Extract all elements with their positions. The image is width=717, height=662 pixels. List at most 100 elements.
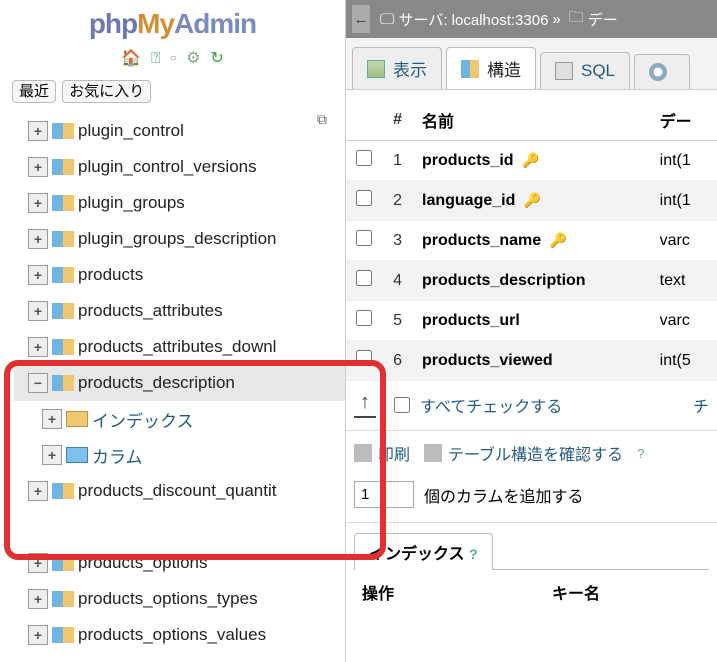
column-name[interactable]: products_viewed xyxy=(412,341,650,381)
home-icon[interactable]: 🏠 xyxy=(121,48,141,68)
recent-tab[interactable]: 最近 xyxy=(12,80,56,103)
table-icon xyxy=(52,555,74,571)
indexes-heading: インデックス ? xyxy=(354,533,493,570)
column-type: varc xyxy=(650,301,717,341)
check-all-checkbox[interactable] xyxy=(394,397,410,413)
tab-表示[interactable]: 表示 xyxy=(352,47,442,89)
primary-key-icon: 🔑 xyxy=(524,192,541,209)
favorites-tab[interactable]: お気に入り xyxy=(62,80,151,103)
index-col-action: 操作 xyxy=(362,580,552,604)
tree-item-products_attributes[interactable]: +products_attributes xyxy=(14,293,345,329)
tree-item-plugin_groups[interactable]: +plugin_groups xyxy=(14,185,345,221)
expand-icon[interactable]: + xyxy=(28,229,48,249)
tab-label: 表示 xyxy=(393,56,427,81)
expand-icon[interactable]: + xyxy=(28,553,48,573)
logout-icon[interactable]: ⍰ xyxy=(151,50,161,68)
analyze-icon xyxy=(424,444,442,462)
tree-item-plugin_groups_description[interactable]: +plugin_groups_description xyxy=(14,221,345,257)
expand-icon[interactable]: + xyxy=(28,193,48,213)
expand-icon[interactable]: + xyxy=(28,265,48,285)
expand-icon[interactable]: + xyxy=(42,409,62,429)
database-icon: 🗀 xyxy=(569,7,584,32)
primary-key-icon: 🔑 xyxy=(522,152,539,169)
reload-icon[interactable]: ↻ xyxy=(210,48,223,68)
tab-search[interactable] xyxy=(634,54,690,89)
print-button[interactable]: 印刷 xyxy=(354,441,410,465)
column-name[interactable]: products_url xyxy=(412,301,650,341)
row-number: 3 xyxy=(382,221,412,261)
check-all-label[interactable]: すべてチェックする xyxy=(420,393,562,417)
indexes-section: インデックス ? 操作 キー名 xyxy=(346,523,717,614)
row-checkbox[interactable] xyxy=(356,350,372,366)
column-type: int(5 xyxy=(650,341,717,381)
tree-item-products_options[interactable]: +products_options xyxy=(14,545,345,581)
tree-item-plugin_control[interactable]: + plugin_control xyxy=(14,113,345,149)
expand-icon[interactable]: + xyxy=(42,445,62,465)
tab-SQL[interactable]: SQL xyxy=(540,52,630,89)
analyze-button[interactable]: テーブル構造を確認する xyxy=(424,441,623,465)
search-icon xyxy=(649,63,667,81)
col-type-header: デー xyxy=(650,100,717,141)
docs-icon[interactable]: ▫ xyxy=(171,50,177,68)
table-icon xyxy=(52,231,74,247)
column-name[interactable]: products_id 🔑 xyxy=(412,141,650,181)
tab-構造[interactable]: 構造 xyxy=(446,47,536,89)
column-type: text xyxy=(650,261,717,301)
expand-icon[interactable]: + xyxy=(28,301,48,321)
expand-icon[interactable]: + xyxy=(28,481,48,501)
expand-icon[interactable]: + xyxy=(28,625,48,645)
table-icon xyxy=(52,591,74,607)
add-column-label: 個のカラムを追加する xyxy=(424,483,584,507)
table-icon xyxy=(52,339,74,355)
breadcrumb-server[interactable]: サーバ: localhost:3306 xyxy=(398,9,548,30)
help-icon[interactable]: ? xyxy=(469,546,478,562)
tree-item-インデックス[interactable]: +インデックス xyxy=(14,401,345,437)
tree-item-カラム[interactable]: +カラム xyxy=(14,437,345,473)
tree-item-products_discount_quantit[interactable]: +products_discount_quantit xyxy=(14,473,345,509)
server-icon: 🖵 xyxy=(380,11,394,28)
recent-favorites: 最近 お気に入り xyxy=(0,76,345,107)
tree-label: products xyxy=(78,265,143,285)
row-checkbox[interactable] xyxy=(356,150,372,166)
table-row: 2language_id 🔑int(1 xyxy=(346,181,717,221)
column-name[interactable]: products_name 🔑 xyxy=(412,221,650,261)
row-checkbox[interactable] xyxy=(356,310,372,326)
browse-icon xyxy=(367,60,385,78)
column-name[interactable]: products_description xyxy=(412,261,650,301)
table-icon xyxy=(52,267,74,283)
column-type: int(1 xyxy=(650,181,717,221)
tab-label: SQL xyxy=(581,61,615,81)
tree-label: products_options_types xyxy=(78,589,258,609)
breadcrumb-database[interactable]: デー xyxy=(588,9,618,30)
row-number: 1 xyxy=(382,141,412,181)
row-checkbox[interactable] xyxy=(356,230,372,246)
settings-icon[interactable]: ⚙ xyxy=(186,48,200,68)
expand-icon[interactable]: + xyxy=(28,589,48,609)
column-name[interactable]: language_id 🔑 xyxy=(412,181,650,221)
expand-icon[interactable]: + xyxy=(28,337,48,357)
logo[interactable]: phpMyAdmin xyxy=(0,0,345,44)
table-actions: 印刷 テーブル構造を確認する ? xyxy=(346,431,717,475)
expand-icon[interactable]: + xyxy=(28,121,48,141)
tree-label: plugin_control xyxy=(78,121,184,141)
row-checkbox[interactable] xyxy=(356,190,372,206)
tree-item-products_description[interactable]: −products_description xyxy=(14,365,345,401)
tree-item-products[interactable]: + products xyxy=(14,257,345,293)
row-checkbox[interactable] xyxy=(356,270,372,286)
add-column-count-input[interactable] xyxy=(354,481,414,508)
help-icon[interactable]: ? xyxy=(637,446,644,461)
tree-item-plugin_control_versions[interactable]: +plugin_control_versions xyxy=(14,149,345,185)
breadcrumb-bar: ← 🖵 サーバ: localhost:3306 » 🗀 デー xyxy=(346,0,717,38)
nav-collapse-icon[interactable]: ← xyxy=(352,5,370,33)
row-number: 2 xyxy=(382,181,412,221)
expand-icon[interactable]: + xyxy=(28,157,48,177)
table-row: 4products_descriptiontext xyxy=(346,261,717,301)
check-all-arrow-icon: ↑ xyxy=(354,391,376,418)
col-icon xyxy=(66,447,88,463)
tree-item-products_options_types[interactable]: + products_options_types xyxy=(14,581,345,617)
table-icon xyxy=(52,303,74,319)
expand-icon[interactable]: − xyxy=(28,373,48,393)
tree-item-products_options_values[interactable]: +products_options_values xyxy=(14,617,345,653)
tree-item-products_attributes_downl[interactable]: +products_attributes_downl xyxy=(14,329,345,365)
column-type: int(1 xyxy=(650,141,717,181)
